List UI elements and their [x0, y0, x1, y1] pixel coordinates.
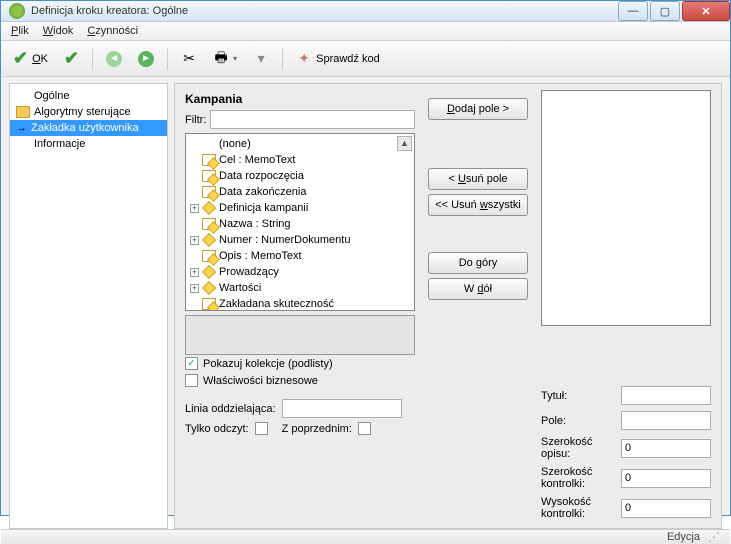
show-collections-label: Pokazuj kolekcje (podlisty)	[203, 358, 333, 370]
divider-input[interactable]	[282, 399, 402, 418]
object-icon	[202, 265, 216, 279]
divider-label: Linia oddzielająca:	[185, 403, 276, 415]
object-icon	[202, 233, 216, 247]
separator	[92, 48, 93, 70]
move-down-button[interactable]: W dół	[428, 278, 528, 300]
drop-zone[interactable]	[185, 315, 415, 355]
desc-width-label: Szerokość opisu:	[541, 436, 615, 460]
arrow-left-icon: ◄	[106, 51, 122, 67]
scroll-up-button[interactable]: ▲	[397, 136, 412, 151]
filter-input[interactable]	[210, 110, 415, 129]
menu-view[interactable]: Widok	[43, 25, 74, 37]
more-icon: ▾	[253, 51, 269, 67]
available-fields-tree[interactable]: ▲ (none) Cel : MemoText Data rozpoczęcia…	[185, 133, 415, 311]
tree-item[interactable]: Nazwa : String	[188, 216, 412, 232]
tree-item[interactable]: Data zakończenia	[188, 184, 412, 200]
remove-field-button[interactable]: < Usuń pole	[428, 168, 528, 190]
field-icon	[202, 186, 216, 198]
tree-item[interactable]: Opis : MemoText	[188, 248, 412, 264]
separator	[167, 48, 168, 70]
tree-item[interactable]: Cel : MemoText	[188, 152, 412, 168]
arrow-right-icon: ►	[138, 51, 154, 67]
statusbar: Edycja ⋰	[1, 529, 730, 544]
readonly-checkbox[interactable]	[255, 422, 268, 435]
title-label: Tytuł:	[541, 390, 615, 402]
sidebar-item-info[interactable]: Informacje	[10, 136, 167, 152]
check-code-button[interactable]: ✦ Sprawdź kod	[290, 48, 386, 70]
tree-item[interactable]: Zakładana skuteczność	[188, 296, 412, 311]
check-icon: ✔	[13, 48, 28, 69]
forward-button[interactable]: ►	[132, 48, 160, 70]
sidebar-item-general[interactable]: Ogólne	[10, 88, 167, 104]
title-input[interactable]	[621, 386, 711, 405]
expand-icon[interactable]: +	[190, 268, 199, 277]
wand-icon: ✦	[296, 51, 312, 67]
ctrl-height-label: Wysokość kontrolki:	[541, 496, 615, 520]
app-window: Definicja kroku kreatora: Ogólne — ▢ ✕ P…	[0, 0, 731, 516]
ctrl-width-label: Szerokość kontrolki:	[541, 466, 615, 490]
check-icon: ✔	[64, 48, 79, 69]
filter-label: Filtr:	[185, 114, 206, 126]
tree-item[interactable]: +Wartości	[188, 280, 412, 296]
main-panel: Kampania Filtr: ▲ (none) Cel : MemoText …	[174, 83, 722, 529]
expand-icon[interactable]: +	[190, 236, 199, 245]
show-collections-checkbox[interactable]	[185, 357, 198, 370]
more-button[interactable]: ▾	[247, 48, 275, 70]
tree-item[interactable]: +Definicja kampanii	[188, 200, 412, 216]
tree-item[interactable]: Data rozpoczęcia	[188, 168, 412, 184]
readonly-label: Tylko odczyt:	[185, 423, 249, 435]
menu-file[interactable]: Plik	[11, 25, 29, 37]
window-title: Definicja kroku kreatora: Ogólne	[31, 5, 616, 17]
apply-button[interactable]: ✔	[58, 45, 85, 72]
object-icon	[202, 201, 216, 215]
separator	[282, 48, 283, 70]
tools-button[interactable]: ✂	[175, 48, 203, 70]
status-mode: Edycja	[667, 531, 700, 543]
desc-width-input[interactable]	[621, 439, 711, 458]
tree-item[interactable]: (none)	[188, 136, 412, 152]
app-icon	[9, 3, 25, 19]
sidebar-item-algorithms[interactable]: Algorytmy sterujące	[10, 104, 167, 120]
expand-icon[interactable]: +	[190, 284, 199, 293]
minimize-button[interactable]: —	[618, 1, 648, 21]
field-label: Pole:	[541, 415, 615, 427]
menu-actions[interactable]: Czynności	[87, 25, 138, 37]
field-icon	[202, 298, 216, 310]
object-icon	[202, 281, 216, 295]
remove-all-button[interactable]: << Usuń wszystki	[428, 194, 528, 216]
business-props-label: Właściwości biznesowe	[203, 375, 318, 387]
move-up-button[interactable]: Do góry	[428, 252, 528, 274]
menubar: Plik Widok Czynności	[1, 22, 730, 41]
section-title: Kampania	[185, 90, 415, 108]
tree-item[interactable]: +Prowadzący	[188, 264, 412, 280]
from-prev-checkbox[interactable]	[358, 422, 371, 435]
selected-fields-list[interactable]	[541, 90, 711, 326]
print-button[interactable]: 🖶▾	[207, 48, 243, 70]
resize-grip[interactable]: ⋰	[708, 530, 720, 544]
ctrl-width-input[interactable]	[621, 469, 711, 488]
back-button[interactable]: ◄	[100, 48, 128, 70]
field-icon	[202, 154, 216, 166]
sidebar: Ogólne Algorytmy sterujące → Zakładka uż…	[9, 83, 168, 529]
tools-icon: ✂	[181, 51, 197, 67]
arrow-right-icon: →	[16, 122, 27, 134]
field-icon	[202, 250, 216, 262]
close-button[interactable]: ✕	[682, 1, 730, 21]
printer-icon: 🖶	[213, 51, 229, 67]
folder-icon	[16, 106, 30, 118]
field-input[interactable]	[621, 411, 711, 430]
field-icon	[202, 170, 216, 182]
expand-icon[interactable]: +	[190, 204, 199, 213]
sidebar-item-user-tab[interactable]: → Zakładka użytkownika	[10, 120, 167, 136]
add-field-button[interactable]: Dodaj pole >	[428, 98, 528, 120]
ok-button[interactable]: ✔ OK	[7, 45, 54, 72]
toolbar: ✔ OK ✔ ◄ ► ✂ 🖶▾ ▾ ✦ Sprawdź kod	[1, 41, 730, 77]
titlebar: Definicja kroku kreatora: Ogólne — ▢ ✕	[1, 1, 730, 22]
from-prev-label: Z poprzednim:	[282, 423, 352, 435]
ctrl-height-input[interactable]	[621, 499, 711, 518]
tree-item[interactable]: +Numer : NumerDokumentu	[188, 232, 412, 248]
business-props-checkbox[interactable]	[185, 374, 198, 387]
maximize-button[interactable]: ▢	[650, 1, 680, 21]
field-icon	[202, 218, 216, 230]
